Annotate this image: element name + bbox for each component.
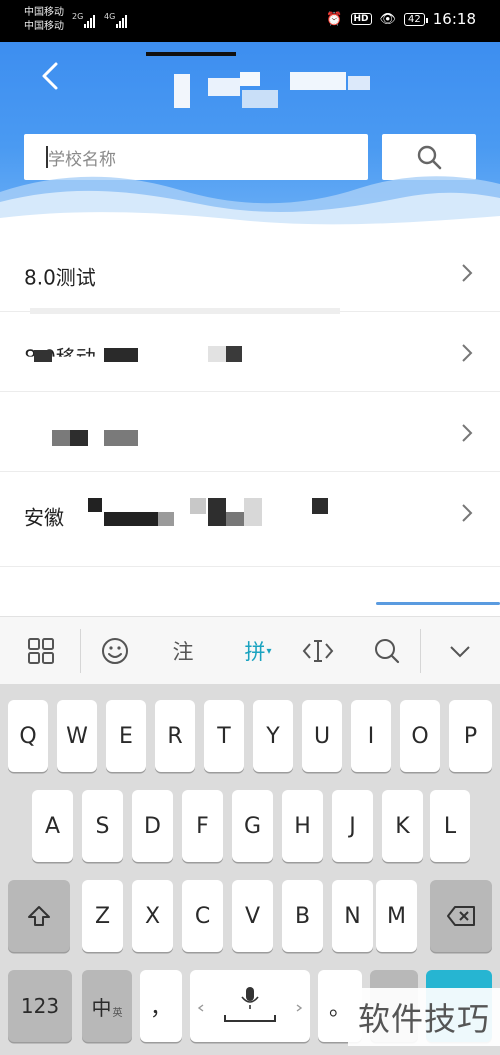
space-mic-icon (197, 987, 303, 1022)
signal-bars-2-icon (116, 14, 127, 28)
toolbar-divider (80, 629, 81, 673)
space-key[interactable] (190, 970, 310, 1042)
grid-menu-icon[interactable] (26, 635, 56, 667)
key-n[interactable]: N (332, 880, 373, 952)
status-bar: 中国移动 中国移动 2G 4G ⏰ HD 👁 42 16:18 (0, 0, 500, 42)
key-k[interactable]: K (382, 790, 423, 862)
carrier-2: 中国移动 (24, 21, 64, 32)
signal-type-1: 2G (72, 12, 84, 21)
header-wave-decoration (0, 176, 500, 232)
key-s[interactable]: S (82, 790, 123, 862)
annotate-button[interactable]: 注 (168, 635, 198, 667)
search-icon[interactable] (372, 635, 402, 667)
key-d[interactable]: D (132, 790, 173, 862)
backspace-key[interactable] (430, 880, 492, 952)
key-j[interactable]: J (332, 790, 373, 862)
lang-label: 中 (91, 995, 112, 1020)
key-w[interactable]: W (57, 700, 97, 772)
key-b[interactable]: B (282, 880, 323, 952)
list-item[interactable] (0, 392, 500, 472)
chevron-right-icon (462, 504, 473, 522)
lang-sub-label: 英 (112, 1007, 123, 1019)
page-title-redacted (140, 48, 380, 112)
item-label: 8.0测试 (24, 265, 96, 290)
caret-down-icon: ▾ (266, 645, 272, 657)
comma-key[interactable]: ， (140, 970, 182, 1042)
key-v[interactable]: V (232, 880, 273, 952)
pinyin-label: 拼 (244, 640, 266, 664)
key-e[interactable]: E (106, 700, 146, 772)
key-c[interactable]: C (182, 880, 223, 952)
key-a[interactable]: A (32, 790, 73, 862)
list-item[interactable]: 安徽 (0, 472, 500, 552)
emoji-icon[interactable] (100, 635, 130, 667)
carrier-1: 中国移动 (24, 7, 64, 18)
keyboard-toolbar: 注 拼 ▾ (0, 616, 500, 684)
battery-level: 42 (408, 13, 421, 25)
chevron-right-icon (462, 264, 473, 282)
list-item[interactable]: 8.0移动 (0, 312, 500, 392)
chevron-right-icon (462, 344, 473, 362)
list-item[interactable]: 8.0测试 (0, 232, 500, 314)
signal-type-2: 4G (104, 12, 116, 21)
key-r[interactable]: R (155, 700, 195, 772)
toolbar-divider (420, 629, 421, 673)
key-i[interactable]: I (351, 700, 391, 772)
header: 学校名称 (0, 42, 500, 232)
key-y[interactable]: Y (253, 700, 293, 772)
alarm-icon: ⏰ (326, 11, 343, 27)
key-u[interactable]: U (302, 700, 342, 772)
shift-key[interactable] (8, 880, 70, 952)
battery-icon: 42 (404, 12, 428, 26)
eye-icon: 👁 (379, 11, 397, 27)
pinyin-mode-button[interactable]: 拼 ▾ (236, 635, 280, 667)
language-switch-key[interactable]: 中英 (82, 970, 132, 1042)
list-divider (0, 566, 500, 567)
key-l[interactable]: L (430, 790, 470, 862)
chevron-right-icon (462, 424, 473, 442)
key-q[interactable]: Q (8, 700, 48, 772)
numbers-key[interactable]: 123 (8, 970, 72, 1042)
shift-icon (28, 906, 50, 926)
key-f[interactable]: F (182, 790, 223, 862)
watermark: 软件技巧 (348, 988, 500, 1046)
school-list: 8.0测试 8.0移动 安徽 (0, 232, 500, 605)
hd-icon: HD (350, 13, 372, 25)
cursor-move-icon[interactable] (302, 635, 334, 667)
back-arrow-icon[interactable] (34, 58, 70, 94)
signal-bars-1-icon (84, 14, 95, 28)
key-h[interactable]: H (282, 790, 323, 862)
key-g[interactable]: G (232, 790, 273, 862)
key-p[interactable]: P (449, 700, 492, 772)
item-label: 安徽 (24, 505, 64, 530)
clock: 16:18 (432, 10, 476, 28)
key-m[interactable]: M (376, 880, 417, 952)
backspace-icon (447, 906, 475, 926)
collapse-icon[interactable] (446, 635, 474, 667)
key-z[interactable]: Z (82, 880, 123, 952)
partial-row-accent (376, 602, 500, 605)
status-right: ⏰ HD 👁 42 16:18 (326, 10, 476, 28)
key-t[interactable]: T (204, 700, 244, 772)
carrier-info: 中国移动 中国移动 (24, 6, 64, 34)
key-o[interactable]: O (400, 700, 440, 772)
key-x[interactable]: X (132, 880, 173, 952)
